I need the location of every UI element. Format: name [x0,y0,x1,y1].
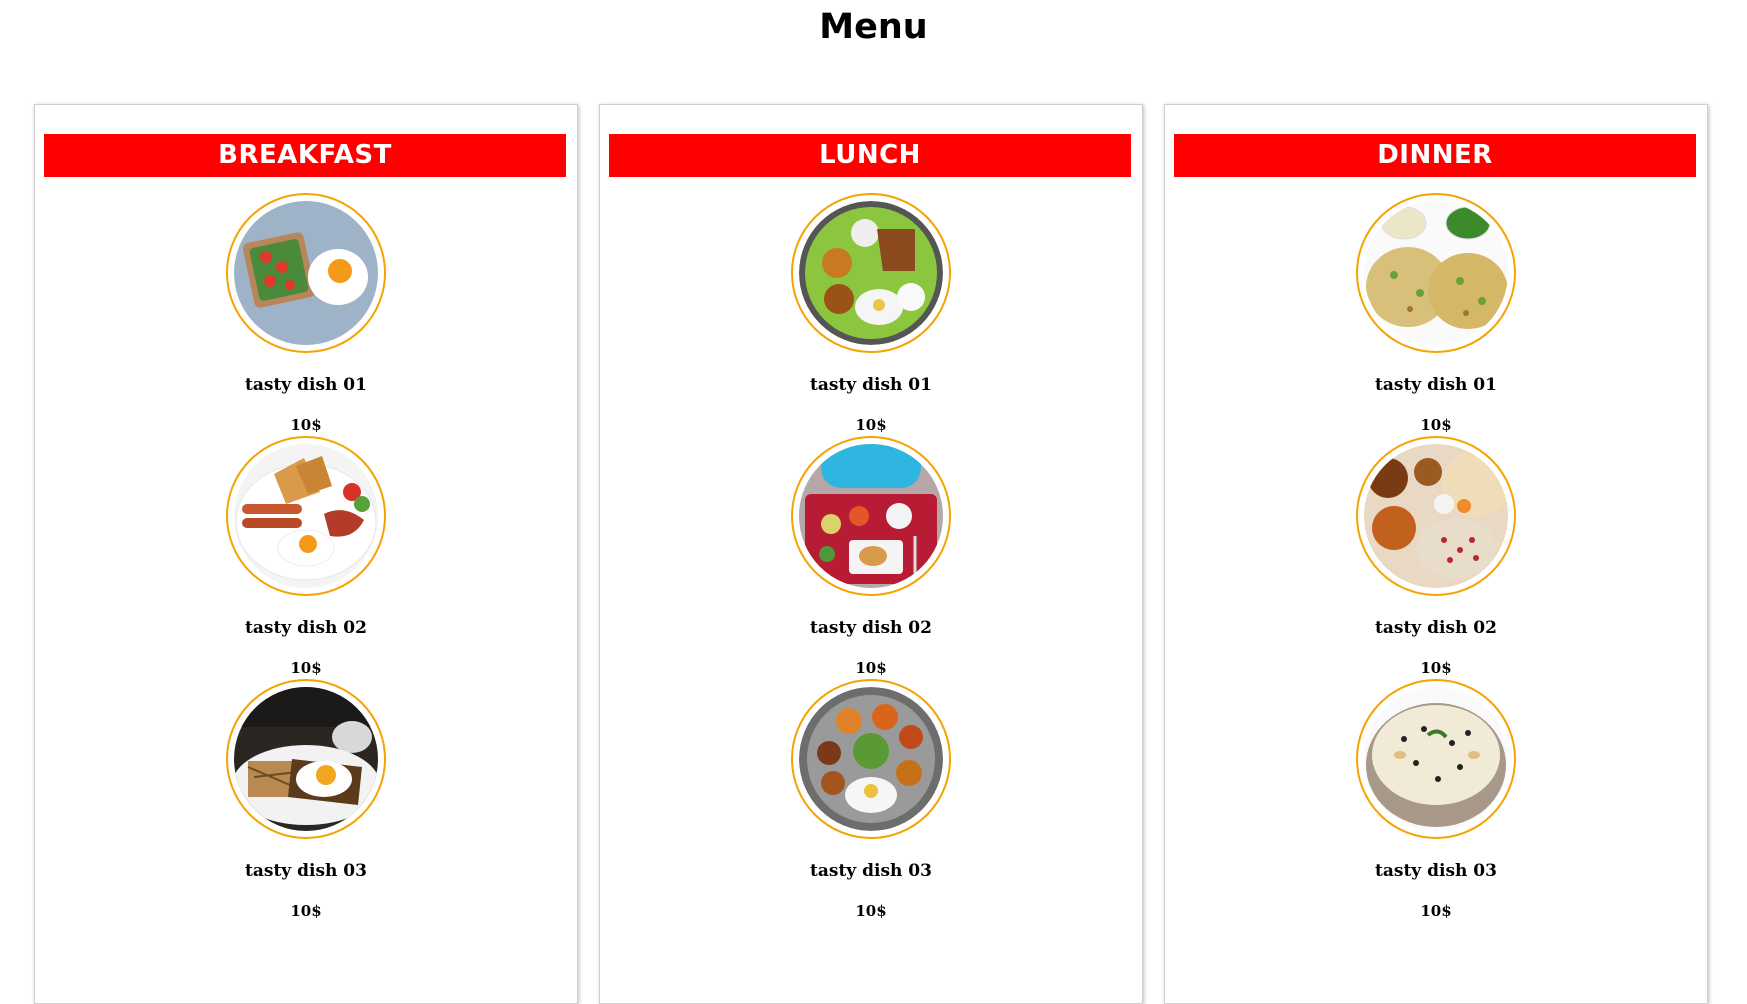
toast-and-egg-photo [226,193,386,353]
sausage-bacon-egg-photo [226,436,386,596]
menu-item[interactable]: tasty dish 03 10$ [35,679,577,920]
menu-columns: BREAKFAST tasty dish 01 10$ tasty dish 0… [34,104,1714,1004]
dish-name: tasty dish 01 [1375,375,1497,395]
dish-name: tasty dish 02 [245,618,367,638]
lunch-column: LUNCH tasty dish 01 10$ tasty dish 02 10… [599,104,1143,1004]
menu-item[interactable]: tasty dish 03 10$ [1165,679,1707,920]
dish-name: tasty dish 01 [245,375,367,395]
page-title: Menu [819,7,928,47]
menu-item[interactable]: tasty dish 03 10$ [600,679,1142,920]
dish-price: 10$ [290,659,322,677]
dish-price: 10$ [855,659,887,677]
dish-price: 10$ [855,416,887,434]
dish-price: 10$ [1420,902,1452,920]
steel-thali-photo [791,679,951,839]
menu-item[interactable]: tasty dish 02 10$ [1165,436,1707,677]
dish-price: 10$ [855,902,887,920]
dish-name: tasty dish 02 [810,618,932,638]
breakfast-column: BREAKFAST tasty dish 01 10$ tasty dish 0… [34,104,578,1004]
dish-price: 10$ [1420,416,1452,434]
dish-price: 10$ [290,902,322,920]
dinner-column: DINNER tasty dish 01 10$ tasty dish 02 1… [1164,104,1708,1004]
rice-bowl-photo [1356,679,1516,839]
lunch-heading: LUNCH [609,134,1131,177]
menu-item[interactable]: tasty dish 01 10$ [1165,193,1707,434]
dish-price: 10$ [290,416,322,434]
breakfast-heading: BREAKFAST [44,134,566,177]
menu-item[interactable]: tasty dish 01 10$ [35,193,577,434]
menu-item[interactable]: tasty dish 02 10$ [600,436,1142,677]
dish-name: tasty dish 03 [245,861,367,881]
menu-item[interactable]: tasty dish 01 10$ [600,193,1142,434]
dinner-heading: DINNER [1174,134,1696,177]
menu-item[interactable]: tasty dish 02 10$ [35,436,577,677]
dish-price: 10$ [1420,659,1452,677]
egg-on-toast-photo [226,679,386,839]
dish-name: tasty dish 03 [1375,861,1497,881]
dish-name: tasty dish 02 [1375,618,1497,638]
pancake-chutney-photo [1356,193,1516,353]
dish-name: tasty dish 03 [810,861,932,881]
lunch-tray-photo [791,436,951,596]
thali-plate-photo [791,193,951,353]
dish-name: tasty dish 01 [810,375,932,395]
rice-curry-platter-photo [1356,436,1516,596]
